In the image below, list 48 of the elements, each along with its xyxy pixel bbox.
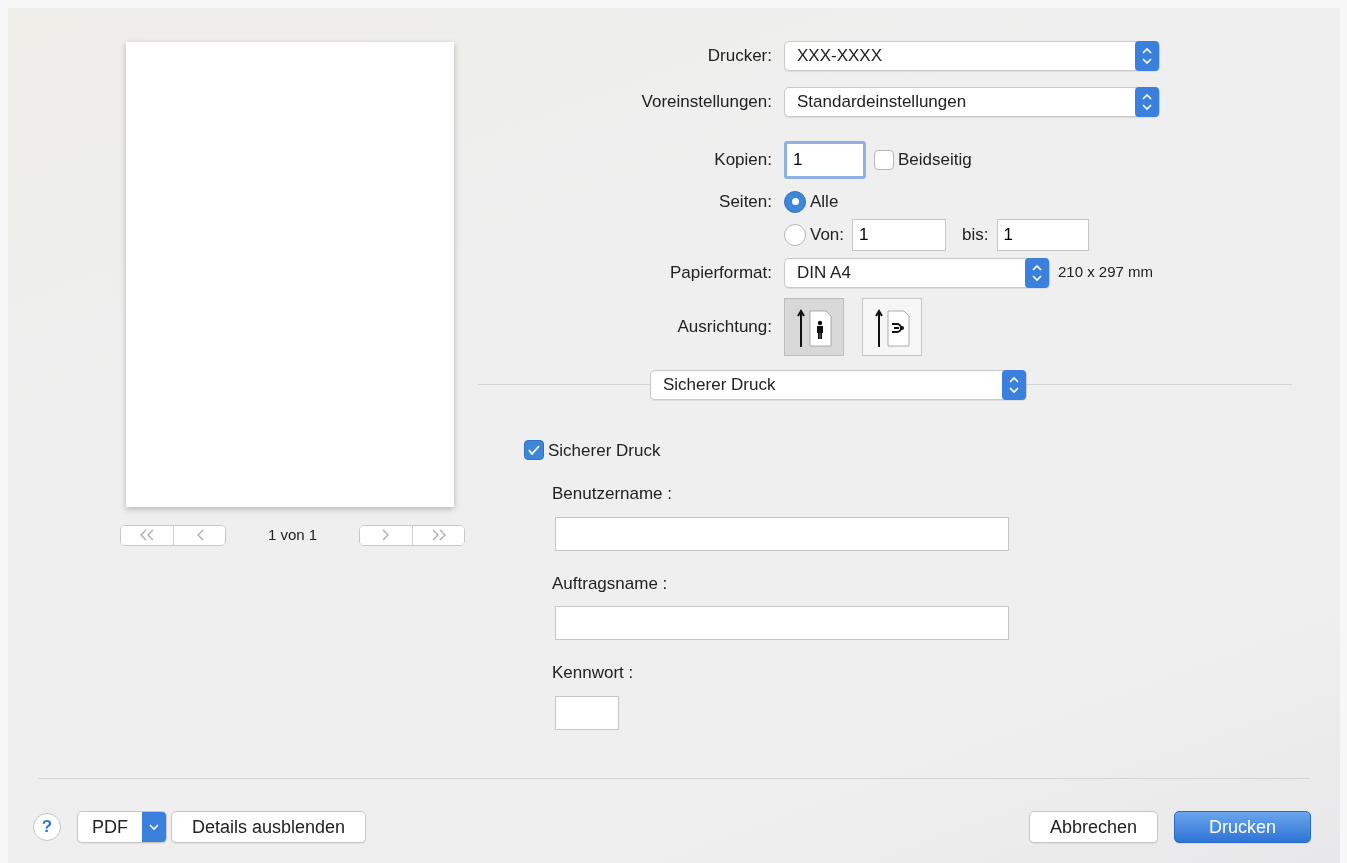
secure-print-checkbox[interactable] (524, 440, 544, 461)
field-label: Kopien: (713, 149, 773, 172)
chevron-down-icon (142, 812, 166, 842)
text-field[interactable] (555, 606, 1009, 640)
printer-dropdown[interactable]: XXX-XXXX (784, 41, 1160, 71)
copies-field[interactable]: 1 (784, 141, 866, 179)
duplex-label: Beidseitig (898, 149, 972, 172)
to-label: bis: (962, 223, 989, 246)
secure-print-label: Sicherer Druck (548, 439, 661, 462)
presets-dropdown[interactable]: Standardeinstellungen (784, 87, 1160, 117)
field-label: Papierformat: (668, 261, 773, 284)
check-icon (528, 445, 540, 456)
portrait-button[interactable] (784, 297, 844, 356)
field-label: Benutzername : (552, 483, 672, 505)
paper-size-dropdown[interactable]: DIN A4 (784, 257, 1050, 288)
page-counter: 1 von 1 (267, 525, 318, 545)
radio-button[interactable] (784, 223, 806, 246)
field-label: Voreinstellungen: (640, 91, 773, 114)
stepper-icon (1025, 257, 1049, 288)
to-page-field[interactable]: 1 (996, 218, 1089, 251)
stepper-icon (1135, 41, 1159, 71)
chevron-left-icon (195, 529, 204, 542)
chevron-right-icon (382, 529, 390, 542)
field-label: Kennwort : (552, 662, 634, 684)
paper-dimensions: 210 x 297 mm (1058, 262, 1154, 283)
radio-label: Von: (810, 223, 845, 246)
last-page-button[interactable] (412, 525, 464, 545)
field-label: Seiten: (718, 191, 773, 213)
password-field[interactable] (555, 695, 619, 730)
help-button[interactable]: ? (33, 813, 61, 841)
stepper-icon (1135, 87, 1159, 117)
double-chevron-right-icon (430, 529, 447, 542)
field-label: Auftragsname : (552, 572, 668, 595)
field-label: Drucker: (706, 45, 773, 68)
field-label: Ausrichtung: (676, 315, 773, 338)
double-chevron-left-icon (139, 529, 155, 542)
previous-page-button[interactable] (173, 525, 225, 545)
radio-label: Alle (810, 191, 839, 213)
pdf-menu-button[interactable]: PDF (77, 811, 167, 843)
section-dropdown[interactable]: Sicherer Druck (650, 369, 1027, 400)
text-field[interactable] (555, 516, 1009, 551)
hide-details-button[interactable]: Details ausblenden (171, 811, 367, 843)
radio-button[interactable] (784, 190, 806, 213)
from-page-field[interactable]: 1 (852, 218, 947, 251)
stepper-icon (1002, 369, 1026, 400)
landscape-button[interactable] (862, 297, 922, 356)
duplex-checkbox[interactable] (874, 150, 894, 170)
cancel-button[interactable]: Abbrechen (1028, 811, 1158, 843)
